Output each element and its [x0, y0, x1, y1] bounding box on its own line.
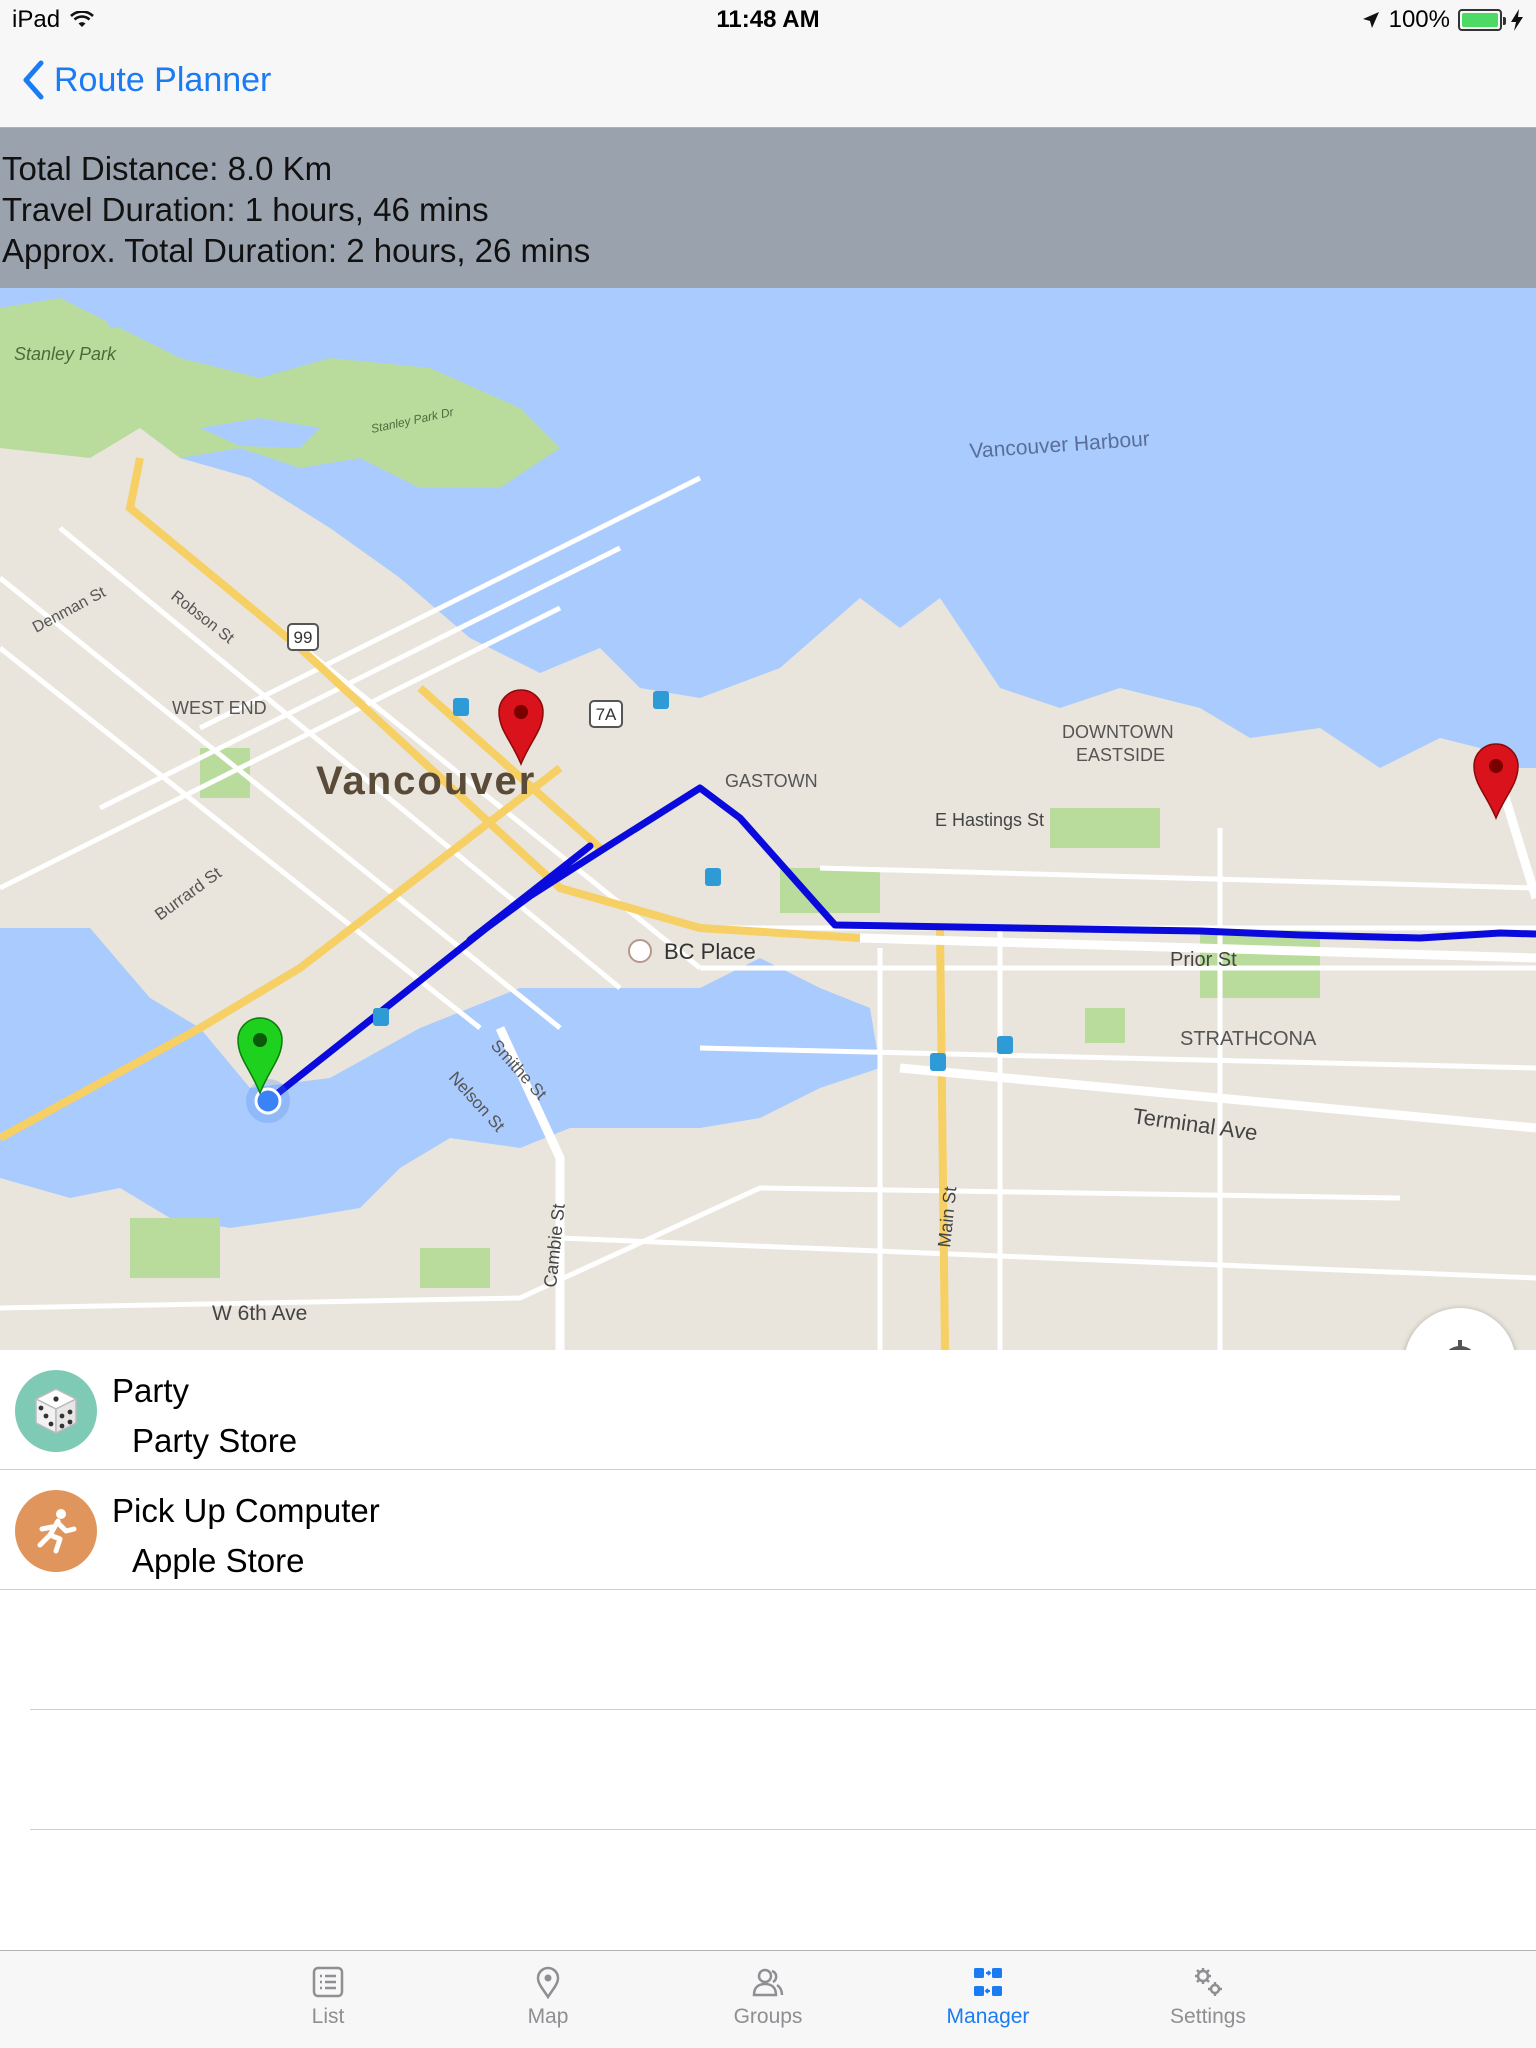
task-location: Apple Store	[132, 1542, 305, 1579]
transit-icon	[373, 1008, 389, 1026]
tab-label: Manager	[946, 2005, 1030, 2028]
total-distance: Total Distance: 8.0 Km	[2, 150, 333, 187]
map-pin-icon	[536, 1966, 560, 1999]
status-bar: iPad 11:48 AM 100%	[0, 0, 1536, 40]
transit-icon	[453, 698, 469, 716]
map-label-main: Main St	[934, 1186, 960, 1249]
dice-icon	[15, 1370, 97, 1452]
park-block	[420, 1248, 490, 1288]
park-block	[1085, 1008, 1125, 1043]
highway-shield-99: 99	[287, 623, 319, 651]
tab-settings[interactable]: Settings	[1098, 1951, 1318, 2048]
battery-icon	[1458, 9, 1506, 31]
status-time: 11:48 AM	[716, 6, 820, 33]
map-label-prior: Prior St	[1170, 949, 1237, 971]
transit-icon	[930, 1053, 946, 1071]
map-label-west-end: WEST END	[172, 698, 267, 718]
map-label-downtown-eastside-1: DOWNTOWN	[1062, 722, 1174, 742]
map-label-hastings: E Hastings St	[935, 810, 1044, 830]
my-location-button[interactable]	[1404, 1308, 1516, 1350]
empty-list-row	[30, 1710, 1536, 1830]
list-icon	[312, 1966, 344, 1998]
list-item[interactable]: Pick Up Computer Apple Store	[0, 1470, 1536, 1590]
route-map[interactable]: 99 7A Stanley Park Stanley Park Dr Vanco…	[0, 128, 1536, 1350]
navigation-bar: Route Planner	[0, 40, 1536, 128]
travel-duration: Travel Duration: 1 hours, 46 mins	[2, 191, 489, 228]
map-label-strathcona: STRATHCONA	[1180, 1028, 1317, 1050]
tab-label: Groups	[733, 2005, 803, 2028]
false-creek-water	[0, 928, 880, 1228]
tab-list[interactable]: List	[218, 1951, 438, 2048]
map-pin-red-icon	[498, 689, 544, 766]
hwy-7a-label: 7A	[596, 705, 617, 724]
tab-label: Settings	[1170, 2005, 1246, 2028]
charging-icon	[1511, 9, 1523, 31]
task-title: Party	[112, 1372, 190, 1409]
tab-label: List	[311, 2005, 345, 2028]
back-button[interactable]: Route Planner	[22, 60, 271, 100]
route-summary-panel: Total Distance: 8.0 Km Travel Duration: …	[0, 128, 1536, 288]
map-label-downtown-eastside-2: EASTSIDE	[1076, 745, 1165, 765]
bc-place-icon	[628, 939, 652, 963]
back-button-label: Route Planner	[54, 60, 272, 99]
map-label-city: Vancouver	[316, 759, 536, 803]
transit-icon	[997, 1036, 1013, 1054]
tab-map[interactable]: Map	[438, 1951, 658, 2048]
map-label-burrard: Burrard St	[151, 863, 225, 924]
map-label-gastown: GASTOWN	[725, 771, 818, 791]
tab-groups[interactable]: Groups	[658, 1951, 878, 2048]
map-label-stanley-park: Stanley Park	[14, 344, 117, 364]
park-block	[130, 1218, 220, 1278]
map-label-w6th: W 6th Ave	[212, 1302, 307, 1325]
transit-icon	[705, 868, 721, 886]
task-list: Party Party Store Pick Up Computer Apple…	[0, 1350, 1536, 1830]
gears-icon	[1195, 1968, 1222, 1996]
chevron-left-icon	[23, 60, 44, 100]
list-item[interactable]: Party Party Store	[0, 1350, 1536, 1470]
map-canvas[interactable]: 99 7A Stanley Park Stanley Park Dr Vanco…	[0, 128, 1536, 1350]
map-label-bc-place: BC Place	[664, 939, 756, 964]
hwy-99-label: 99	[294, 628, 313, 647]
map-label-robson: Robson St	[168, 588, 238, 648]
total-duration: Approx. Total Duration: 2 hours, 26 mins	[2, 232, 591, 269]
empty-list-row	[30, 1590, 1536, 1710]
groups-icon	[752, 1968, 784, 1997]
crosshair-icon	[1448, 1340, 1472, 1350]
battery-percent: 100%	[1388, 6, 1450, 33]
tab-label: Map	[527, 2005, 569, 2028]
tab-manager[interactable]: Manager	[878, 1951, 1098, 2048]
manager-icon	[974, 1968, 1002, 1996]
task-title: Pick Up Computer	[112, 1492, 380, 1529]
location-arrow-icon	[1362, 12, 1379, 28]
highway-shield-7a: 7A	[589, 700, 623, 728]
task-location: Party Store	[132, 1422, 298, 1459]
park-block	[1050, 808, 1160, 848]
tab-bar: List Map Groups Manager Settings	[0, 1950, 1536, 2048]
map-label-terminal: Terminal Ave	[1131, 1103, 1259, 1145]
running-person-icon	[15, 1490, 97, 1572]
transit-icon	[653, 691, 669, 709]
